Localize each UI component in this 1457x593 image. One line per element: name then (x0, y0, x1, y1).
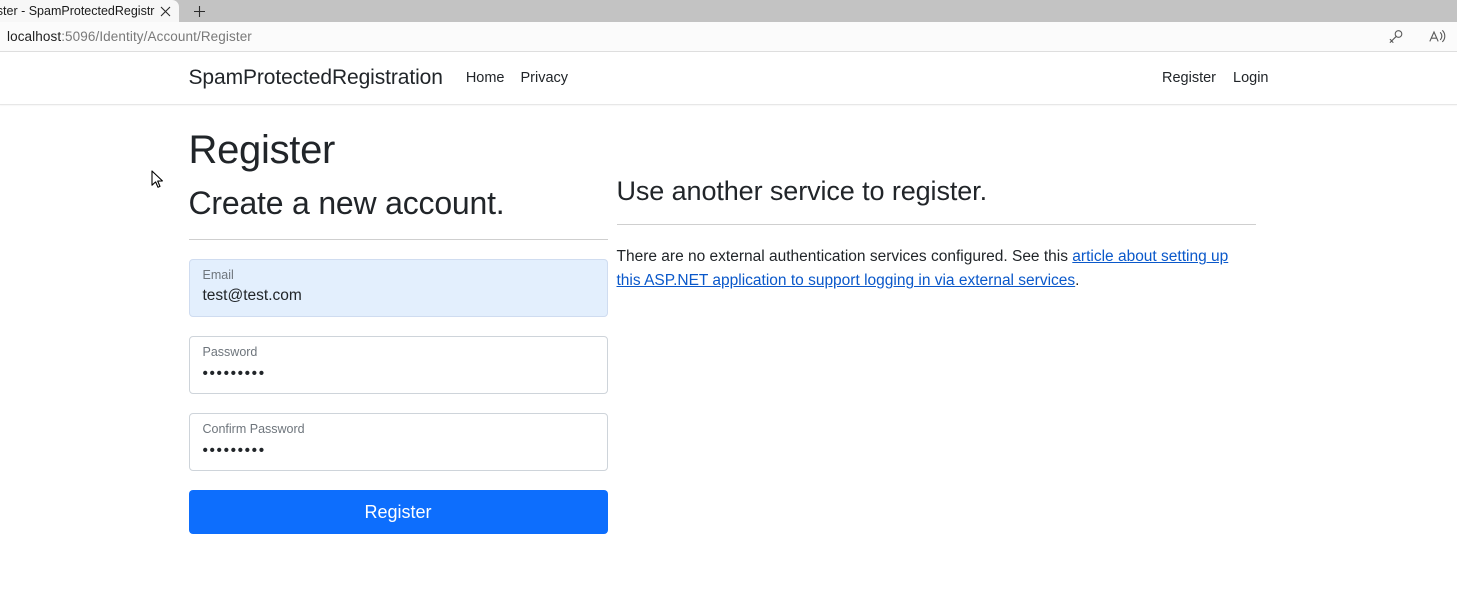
url-host: localhost (7, 29, 62, 44)
key-icon[interactable] (1385, 26, 1407, 48)
password-field-value: ••••••••• (202, 365, 266, 383)
tab-strip: ister - SpamProtectedRegistr (0, 0, 1457, 22)
email-field-label: Email (202, 268, 234, 283)
site-navbar: SpamProtectedRegistration Home Privacy R… (0, 52, 1457, 105)
browser-tab[interactable]: ister - SpamProtectedRegistr (0, 0, 179, 22)
brand-link[interactable]: SpamProtectedRegistration (189, 66, 443, 90)
browser-chrome: ister - SpamProtectedRegistr localhost:5… (0, 0, 1457, 52)
page-title: Register (188, 128, 336, 172)
external-services-text: There are no external authentication ser… (617, 245, 1251, 293)
close-icon[interactable] (155, 2, 175, 20)
email-field-group[interactable]: Email test@test.com (188, 259, 608, 318)
register-submit-button[interactable]: Register (188, 490, 608, 535)
nav-link-register[interactable]: Register (1162, 70, 1216, 86)
confirm-password-field-label: Confirm Password (202, 422, 305, 437)
register-column: Register Create a new account. Email tes… (188, 105, 617, 535)
external-services-title: Use another service to register. (616, 176, 988, 206)
external-text-before: There are no external authentication ser… (616, 248, 1073, 266)
main-container: Register Create a new account. Email tes… (179, 105, 1279, 535)
new-tab-button[interactable] (184, 0, 214, 22)
email-field-value: test@test.com (202, 287, 302, 305)
read-aloud-icon[interactable] (1427, 26, 1449, 48)
external-text-after: . (1075, 272, 1080, 290)
divider-left (188, 239, 608, 241)
url-path: :5096/Identity/Account/Register (61, 29, 252, 44)
mouse-cursor (151, 170, 165, 190)
navbar-right: Register Login (1162, 70, 1268, 86)
password-field-group[interactable]: Password ••••••••• (188, 336, 608, 395)
tab-title: ister - SpamProtectedRegistr (0, 4, 155, 18)
nav-link-home[interactable]: Home (466, 70, 505, 86)
confirm-password-field-group[interactable]: Confirm Password ••••••••• (188, 413, 608, 472)
page-content: SpamProtectedRegistration Home Privacy R… (0, 52, 1457, 587)
nav-link-login[interactable]: Login (1233, 70, 1268, 86)
confirm-password-field-value: ••••••••• (202, 442, 266, 460)
external-services-column: Use another service to register. There a… (616, 105, 1265, 534)
url-text: localhost:5096/Identity/Account/Register (0, 29, 252, 44)
password-field-label: Password (202, 345, 258, 360)
address-bar[interactable]: localhost:5096/Identity/Account/Register (0, 22, 1457, 52)
toolbar-icons (1385, 22, 1449, 51)
page-subtitle: Create a new account. (188, 185, 505, 221)
nav-link-privacy[interactable]: Privacy (521, 70, 569, 86)
divider-right (616, 224, 1256, 226)
